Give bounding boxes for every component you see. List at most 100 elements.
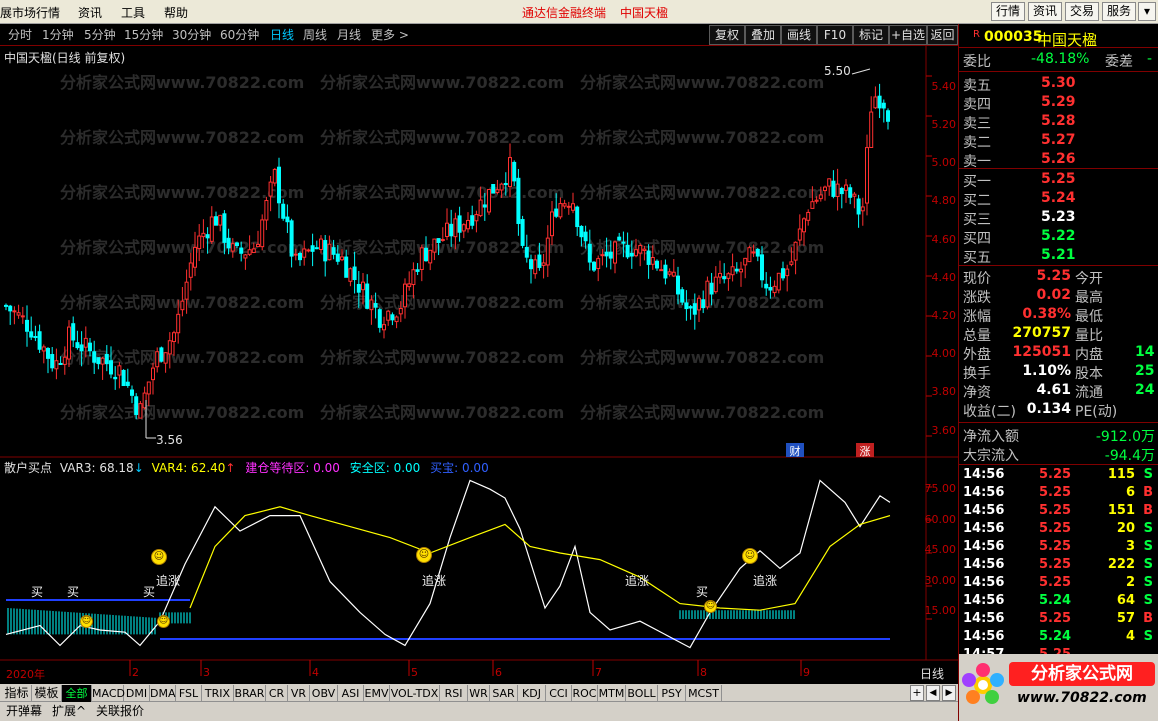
candle-body — [113, 376, 118, 380]
indicator-tab[interactable]: PSY — [658, 685, 686, 702]
indicator-tab[interactable]: FSL — [176, 685, 202, 702]
indicator-tab[interactable]: DMI — [124, 685, 150, 702]
indicator-tab[interactable]: WR — [468, 685, 490, 702]
indicator-tab[interactable]: BRAR — [234, 685, 266, 702]
candle-body — [251, 248, 256, 254]
indicator-tab[interactable]: MCST — [686, 685, 722, 702]
indicator-tab[interactable]: VOL-TDX — [390, 685, 440, 702]
candle-body — [449, 223, 454, 237]
scroll-right-icon[interactable]: ▶ — [942, 685, 956, 701]
candle-body — [432, 238, 437, 253]
service-button[interactable]: 服务 — [1102, 2, 1136, 21]
barrage-toggle[interactable]: 开弹幕 — [6, 703, 42, 720]
indicator-tab[interactable]: CCI — [546, 685, 572, 702]
menu-market[interactable]: 展市场行情 — [0, 4, 60, 21]
ask-label: 卖二 — [963, 135, 991, 151]
indicator-tab[interactable]: CR — [266, 685, 288, 702]
indicator-tab[interactable]: SAR — [490, 685, 518, 702]
candle-body — [4, 304, 8, 307]
rise-marker[interactable]: 涨 — [856, 443, 874, 458]
candle-body — [310, 245, 315, 252]
bid-row[interactable]: 买四 5.22 — [961, 228, 1157, 247]
candle-body — [125, 381, 130, 386]
stat-label: 涨跌 — [963, 290, 991, 306]
buy-signal: 买 — [67, 585, 80, 599]
indicator-tab[interactable]: VR — [288, 685, 310, 702]
low-label: 3.56 — [156, 433, 183, 447]
bid-row[interactable]: 买五 5.21 — [961, 247, 1157, 266]
candle-body — [25, 319, 29, 332]
candle-body — [71, 323, 76, 341]
trade-row: 14:56 5.25 3 S — [961, 539, 1157, 557]
weibi-label: 委比 — [963, 54, 991, 70]
ask-row[interactable]: 卖二 5.27 — [961, 132, 1157, 151]
indicator-tab[interactable]: BOLL — [626, 685, 658, 702]
logo-text: 分析家公式网 — [1009, 662, 1155, 686]
candle-body — [226, 237, 231, 249]
bid-row[interactable]: 买一 5.25 — [961, 171, 1157, 190]
candle-body — [159, 347, 164, 362]
menu-tools[interactable]: 工具 — [121, 4, 145, 21]
chase-signal: 追涨 — [753, 574, 778, 588]
indicator-tab[interactable]: 指标 — [2, 685, 32, 702]
bid-price: 5.23 — [1041, 209, 1076, 225]
candle-body — [684, 302, 689, 310]
price-tick: 4.80 — [931, 194, 957, 207]
candle-body — [487, 188, 491, 213]
trade-button[interactable]: 交易 — [1065, 2, 1099, 21]
candle-body — [104, 353, 109, 365]
candle-body — [109, 360, 113, 375]
indicator-tab[interactable]: 全部 — [62, 685, 92, 702]
indicator-tab[interactable]: RSI — [440, 685, 468, 702]
candle-body — [373, 303, 378, 308]
add-tab-button[interactable]: + — [910, 685, 924, 701]
candle-body — [369, 299, 374, 311]
news-button[interactable]: 资讯 — [1028, 2, 1062, 21]
candle-body — [138, 403, 143, 419]
scroll-left-icon[interactable]: ◀ — [926, 685, 940, 701]
candle-body — [558, 203, 563, 218]
indicator-tab[interactable]: 模板 — [32, 685, 62, 702]
menu-info[interactable]: 资讯 — [78, 4, 102, 21]
candle-body — [205, 234, 210, 239]
indicator-tab[interactable]: MACD — [92, 685, 125, 702]
candle-body — [881, 102, 886, 109]
trade-time: 14:56 — [963, 485, 1005, 500]
ask-row[interactable]: 卖三 5.28 — [961, 113, 1157, 132]
ask-row[interactable]: 卖五 5.30 — [961, 75, 1157, 94]
menu-arrow-icon[interactable]: ▾ — [1138, 2, 1156, 21]
indicator-tab[interactable]: OBV — [310, 685, 338, 702]
indicator-tab[interactable]: EMV — [364, 685, 390, 702]
finance-marker[interactable]: 财 — [786, 443, 804, 458]
indicator-tab[interactable]: MTM — [598, 685, 626, 702]
related-quote-toggle[interactable]: 关联报价 — [96, 703, 144, 720]
candle-body — [264, 200, 269, 221]
stat-row: 涨幅 0.38% 最低 — [961, 306, 1157, 325]
candle-body — [873, 96, 878, 109]
bid-row[interactable]: 买三 5.23 — [961, 209, 1157, 228]
indicator-tab[interactable]: DMA — [150, 685, 176, 702]
indicator-tab[interactable]: KDJ — [518, 685, 546, 702]
bid-row[interactable]: 买二 5.24 — [961, 190, 1157, 209]
ask-row[interactable]: 卖四 5.29 — [961, 94, 1157, 113]
candle-body — [726, 273, 731, 279]
quote-button[interactable]: 行情 — [991, 2, 1025, 21]
candle-body — [440, 238, 445, 241]
down-arrow-icon: ↓ — [133, 461, 144, 475]
block-label: 大宗流入 — [963, 448, 1019, 464]
indicator-tab[interactable]: TRIX — [202, 685, 234, 702]
menu-help[interactable]: 帮助 — [164, 4, 188, 21]
stat-row: 总量 270757 量比 — [961, 325, 1157, 344]
candle-body — [331, 247, 336, 255]
candle-body — [713, 276, 718, 293]
candle-body — [554, 208, 559, 217]
candle-body — [327, 243, 332, 261]
expand-toggle[interactable]: 扩展^ — [52, 703, 86, 720]
candle-body — [167, 340, 172, 355]
trade-time: 14:56 — [963, 557, 1005, 572]
candle-body — [722, 276, 727, 280]
indicator-tab[interactable]: ROC — [572, 685, 598, 702]
indicator-tab[interactable]: ASI — [338, 685, 364, 702]
candle-body — [20, 315, 25, 318]
candle-body — [197, 235, 202, 250]
